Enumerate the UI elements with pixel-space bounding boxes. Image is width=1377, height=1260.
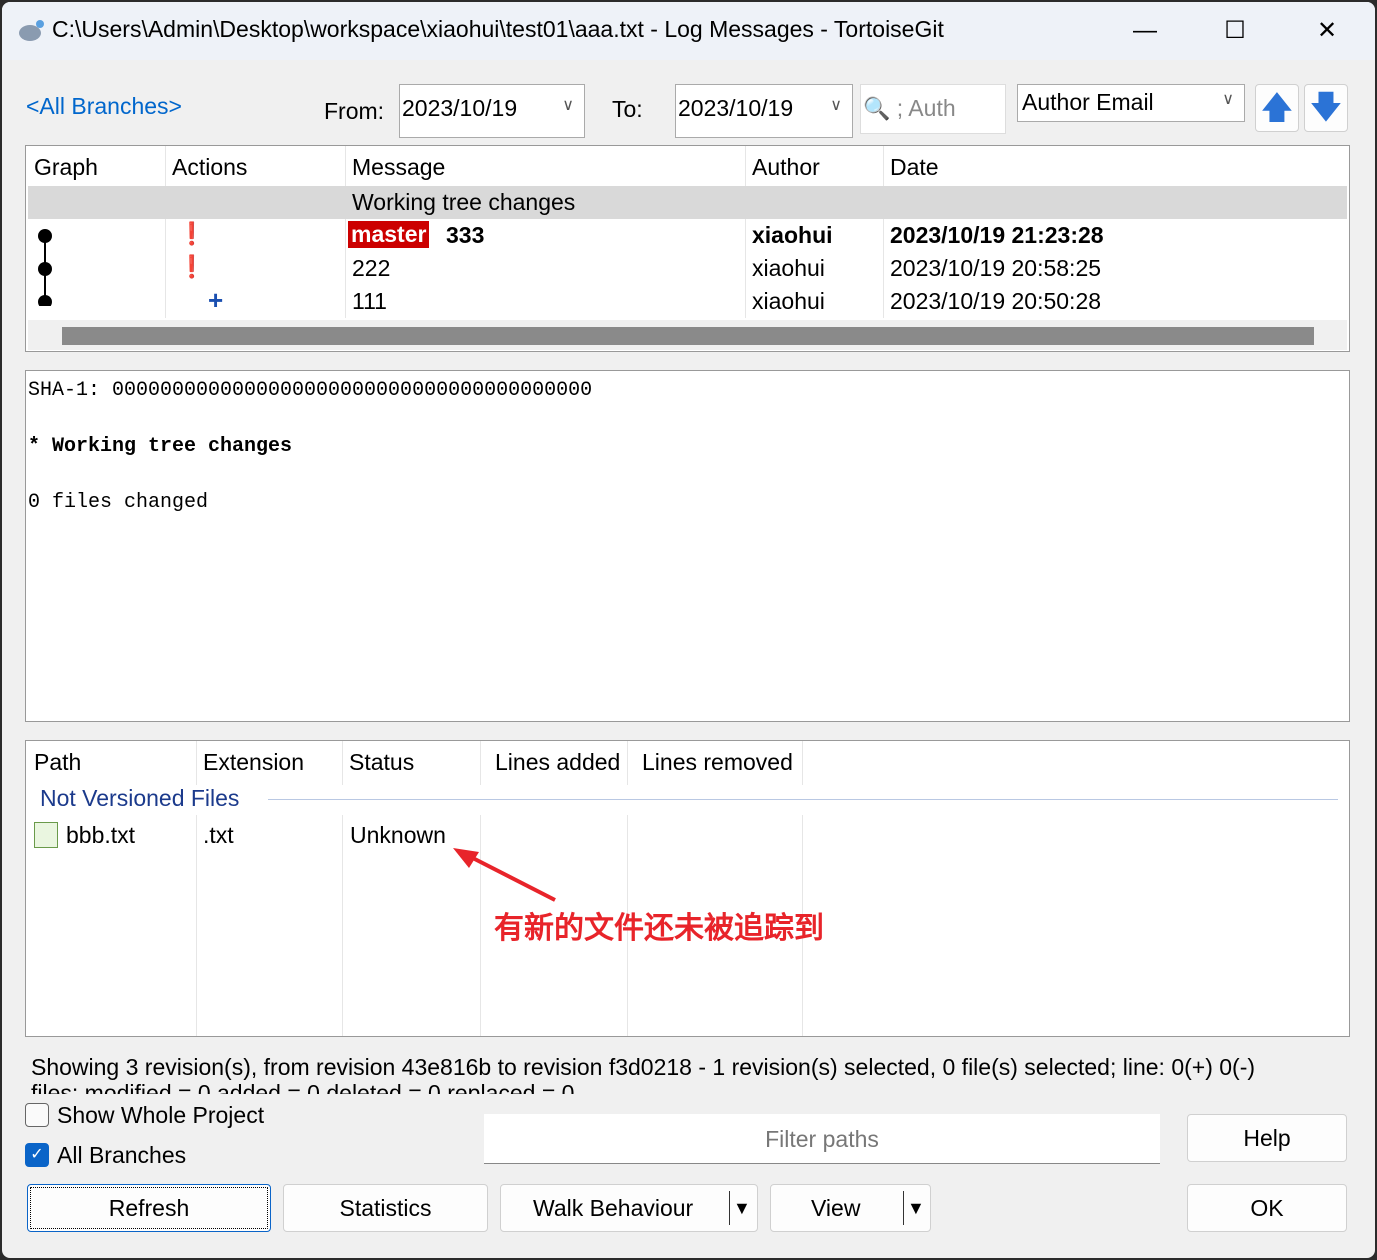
show-whole-project-checkbox[interactable] [25, 1103, 49, 1127]
all-branches-checkbox[interactable]: ✓ [25, 1143, 49, 1167]
all-branches-link[interactable]: <All Branches> [26, 93, 182, 120]
help-button[interactable]: Help [1187, 1114, 1347, 1162]
row-author: xiaohui [752, 288, 825, 314]
log-row[interactable]: Working tree changes [28, 186, 1347, 219]
column-header-author[interactable]: Author [752, 154, 820, 181]
from-label: From: [324, 98, 385, 124]
row-author: xiaohui [752, 222, 833, 248]
search-field-value: Author Email [1022, 89, 1154, 115]
to-label: To: [612, 96, 643, 122]
status-line-2: files: modified = 0 added = 0 deleted = … [31, 1080, 575, 1094]
row-date: 2023/10/19 20:58:25 [890, 255, 1102, 281]
all-branches-label: All Branches [57, 1142, 187, 1168]
statistics-button[interactable]: Statistics [283, 1184, 488, 1232]
sha-text: SHA-1: 000000000000000000000000000000000… [28, 379, 593, 402]
file-extension: .txt [203, 822, 234, 848]
commit-subject: * Working tree changes [28, 435, 293, 458]
title-bar: C:\Users\Admin\Desktop\workspace\xiaohui… [2, 2, 1375, 60]
column-header-message[interactable]: Message [352, 154, 445, 181]
annotation-text: 有新的文件还未被追踪到 [494, 911, 824, 946]
to-date-value: 2023/10/19 [678, 95, 794, 121]
from-date-value: 2023/10/19 [402, 95, 518, 121]
change-summary: 0 files changed [28, 491, 209, 514]
arrow-up-button[interactable]: 🡅 [1255, 84, 1299, 132]
chevron-down-icon: ∨ [562, 97, 574, 114]
to-date-picker[interactable]: 2023/10/19 ∨ [675, 84, 853, 138]
row-message: Working tree changes [352, 189, 576, 215]
column-header-lines-removed[interactable]: Lines removed [642, 749, 793, 776]
refresh-button[interactable]: Refresh [27, 1184, 271, 1232]
window-title: C:\Users\Admin\Desktop\workspace\xiaohui… [52, 16, 944, 42]
log-row[interactable]: ❗ 222 xiaohui 2023/10/19 20:58:25 [28, 252, 1347, 285]
filter-placeholder: Filter paths [765, 1126, 879, 1152]
minimize-button[interactable]: — [1120, 12, 1170, 50]
dropdown-arrow-icon[interactable]: ▼ [907, 1185, 925, 1231]
filter-paths-input[interactable]: Filter paths [484, 1114, 1160, 1164]
chevron-down-icon: ∨ [1222, 91, 1234, 108]
column-header-date[interactable]: Date [890, 154, 939, 181]
scrollbar-thumb[interactable] [62, 327, 1314, 345]
commit-details-pane[interactable]: SHA-1: 000000000000000000000000000000000… [25, 370, 1350, 722]
row-author: xiaohui [752, 255, 825, 281]
view-label: View [811, 1195, 861, 1221]
file-status: Unknown [350, 822, 446, 848]
dropdown-arrow-icon[interactable]: ▼ [733, 1185, 751, 1231]
modified-file-warning-icon: ❗ [178, 254, 206, 279]
search-field-select[interactable]: Author Email ∨ [1017, 84, 1245, 122]
search-icon: 🔍 [863, 96, 891, 121]
search-input[interactable]: 🔍 ; Auth [860, 84, 1006, 134]
column-header-actions[interactable]: Actions [172, 154, 247, 181]
row-message: 222 [352, 255, 391, 281]
annotation-arrow [453, 848, 556, 902]
column-header-path[interactable]: Path [34, 749, 81, 776]
modified-file-warning-icon: ❗ [178, 221, 206, 246]
horizontal-scrollbar[interactable] [28, 320, 1347, 350]
text-file-icon [34, 822, 58, 848]
changed-files-list[interactable]: Path Extension Status Lines added Lines … [25, 740, 1350, 1037]
column-header-status[interactable]: Status [349, 749, 414, 776]
branch-label-master: master [348, 221, 430, 248]
log-list[interactable]: Graph Actions Message Author Date Workin… [25, 145, 1350, 352]
row-date: 2023/10/19 20:50:28 [890, 288, 1102, 314]
row-message: 333 [446, 222, 485, 248]
commit-graph [38, 229, 52, 306]
column-header-lines-added[interactable]: Lines added [495, 749, 620, 776]
walk-behaviour-button[interactable]: Walk Behaviour ▼ [500, 1184, 758, 1232]
ok-button[interactable]: OK [1187, 1184, 1347, 1232]
show-whole-project-label: Show Whole Project [57, 1102, 265, 1128]
walk-behaviour-label: Walk Behaviour [533, 1195, 694, 1221]
from-date-picker[interactable]: 2023/10/19 ∨ [399, 84, 585, 138]
group-label: Not Versioned Files [40, 785, 240, 811]
search-placeholder: ; Auth [896, 95, 956, 121]
log-row[interactable]: + 111 xiaohui 2023/10/19 20:50:28 [28, 285, 1347, 318]
log-messages-window: C:\Users\Admin\Desktop\workspace\xiaohui… [2, 2, 1375, 1258]
group-header: Not Versioned Files [32, 785, 1338, 815]
chevron-down-icon: ∨ [830, 97, 842, 114]
log-row[interactable]: ❗ master 333 xiaohui 2023/10/19 21:23:28 [28, 219, 1347, 252]
column-header-extension[interactable]: Extension [203, 749, 304, 776]
column-header-graph[interactable]: Graph [34, 154, 98, 181]
file-row[interactable]: bbb.txt .txt Unknown [28, 819, 1347, 852]
maximize-button[interactable]: ☐ [1210, 12, 1260, 50]
row-message: 111 [352, 288, 387, 314]
added-file-icon: + [208, 285, 224, 315]
arrow-down-button[interactable]: 🡇 [1304, 84, 1348, 132]
status-line-2-clip: files: modified = 0 added = 0 deleted = … [31, 1080, 731, 1094]
close-button[interactable]: ✕ [1302, 12, 1352, 50]
status-line-1: Showing 3 revision(s), from revision 43e… [31, 1054, 1256, 1080]
file-path: bbb.txt [66, 822, 136, 848]
tortoisegit-logo-icon [16, 18, 46, 44]
row-date: 2023/10/19 21:23:28 [890, 222, 1104, 248]
view-button[interactable]: View ▼ [770, 1184, 931, 1232]
